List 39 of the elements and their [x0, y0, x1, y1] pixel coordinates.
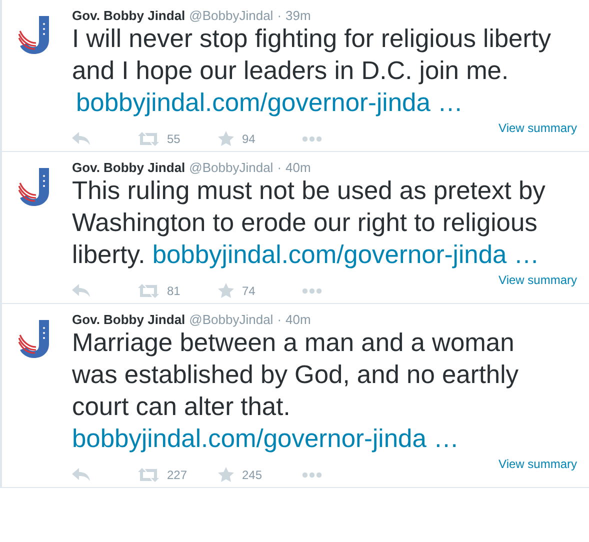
tweet-text: I will never stop fighting for religious liberty and I hope our leaders in D.C. join me. bobbyjindal.com/governor-jinda …	[72, 23, 560, 119]
tweet-text: This ruling must not be used as pretext by Washington to erode our right to religious liberty. bobbyjindal.com/governor-jinda …	[72, 176, 546, 271]
star-icon[interactable]	[218, 467, 234, 482]
star-icon[interactable]	[218, 283, 234, 298]
reply-icon[interactable]	[72, 468, 91, 482]
author-handle[interactable]: @BobbyJindal	[189, 312, 274, 327]
favorite-count: 94	[242, 132, 256, 146]
tweet-time[interactable]: 40m	[286, 160, 311, 175]
author-name[interactable]: Gov. Bobby Jindal	[72, 160, 186, 175]
more-icon[interactable]	[302, 472, 322, 478]
tweet-time[interactable]: 39m	[286, 8, 311, 23]
separator: ·	[277, 8, 282, 23]
view-summary-link[interactable]: View summary	[498, 457, 577, 471]
author-handle[interactable]: @BobbyJindal	[189, 8, 274, 23]
retweet-icon[interactable]	[138, 284, 159, 298]
more-icon[interactable]	[302, 288, 322, 294]
author-handle[interactable]: @BobbyJindal	[189, 160, 274, 175]
favorite-count: 74	[242, 284, 256, 298]
retweet-count: 55	[167, 132, 180, 146]
link[interactable]: bobbyjindal.com/governor-jinda …	[76, 87, 560, 119]
view-summary-link[interactable]: View summary	[498, 273, 577, 287]
author-name[interactable]: Gov. Bobby Jindal	[72, 8, 186, 23]
separator: ·	[277, 312, 282, 327]
retweet-count: 227	[167, 468, 188, 482]
retweet-icon[interactable]	[138, 468, 159, 482]
link[interactable]: bobbyjindal.com/governor-jinda …	[152, 241, 540, 269]
more-icon[interactable]	[302, 136, 322, 142]
view-summary-link[interactable]: View summary	[498, 121, 577, 135]
author-name[interactable]: Gov. Bobby Jindal	[72, 312, 186, 327]
star-icon[interactable]	[218, 131, 234, 146]
tweet-time[interactable]: 40m	[286, 312, 311, 327]
favorite-count: 245	[242, 468, 262, 482]
reply-icon[interactable]	[72, 132, 91, 146]
retweet-count: 81	[167, 284, 180, 298]
reply-icon[interactable]	[72, 284, 91, 298]
tweet-text: Marriage between a man and a woman was established by God, and no earthly court can alter that. bobbyjindal.com/governor-jinda …	[72, 328, 520, 455]
retweet-icon[interactable]	[138, 132, 159, 146]
link[interactable]: bobbyjindal.com/governor-jinda …	[72, 425, 459, 453]
separator: ·	[277, 160, 282, 175]
